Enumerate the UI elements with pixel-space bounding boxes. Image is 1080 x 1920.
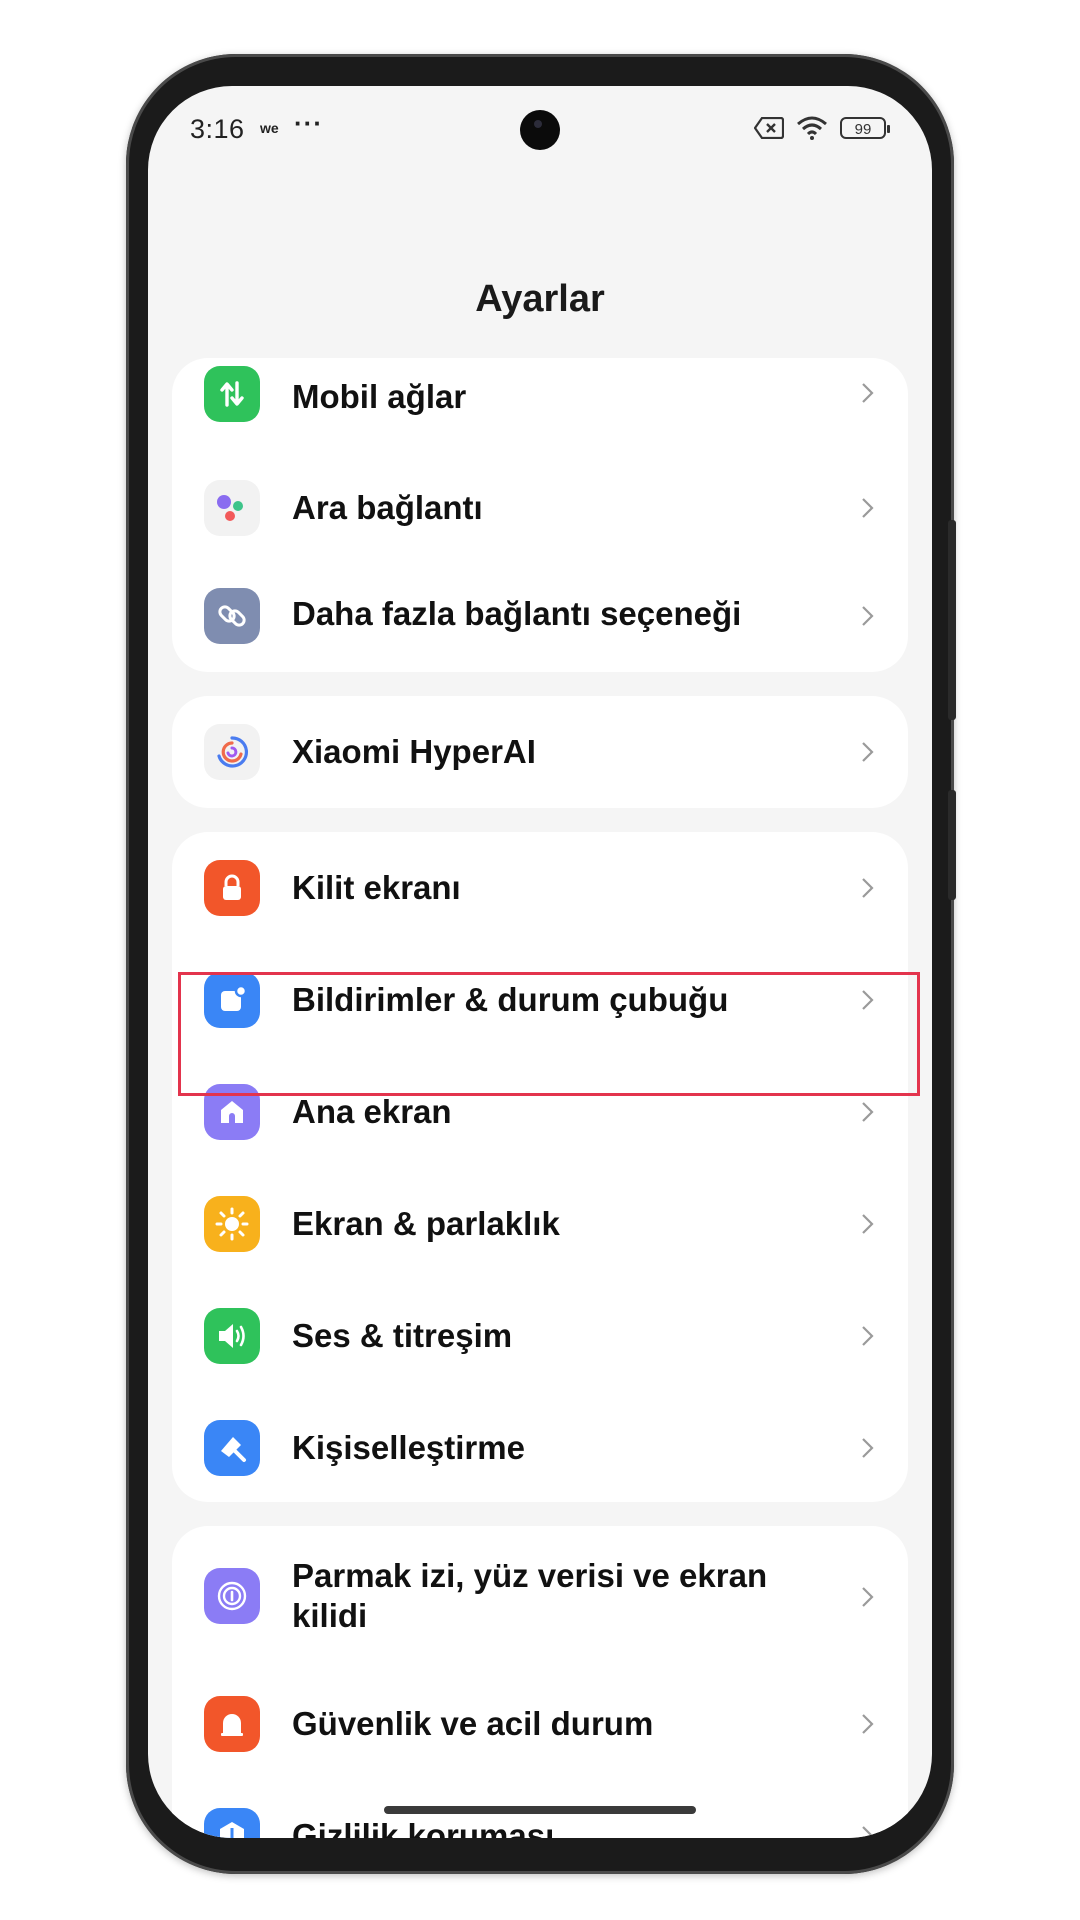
settings-item-home-screen[interactable]: Ana ekran: [172, 1056, 908, 1168]
settings-item-sound-vibration[interactable]: Ses & titreşim: [172, 1280, 908, 1392]
settings-item-personalization[interactable]: Kişiselleştirme: [172, 1392, 908, 1502]
settings-item-more-connections[interactable]: Daha fazla bağlantı seçeneği: [172, 564, 908, 672]
brightness-icon: [204, 1196, 260, 1252]
settings-group-ai: Xiaomi HyperAI: [172, 696, 908, 808]
settings-item-hyperai[interactable]: Xiaomi HyperAI: [172, 696, 908, 808]
sound-icon: [204, 1308, 260, 1364]
settings-item-display-brightness[interactable]: Ekran & parlaklık: [172, 1168, 908, 1280]
power-button: [948, 790, 956, 900]
settings-item-label: Parmak izi, yüz verisi ve ekran kilidi: [292, 1557, 768, 1634]
notification-icon: [204, 972, 260, 1028]
settings-item-label: Daha fazla bağlantı seçeneği: [292, 595, 742, 632]
volume-button: [948, 520, 956, 720]
settings-item-label: Mobil ağlar: [292, 378, 467, 415]
settings-item-lock-screen[interactable]: Kilit ekranı: [172, 832, 908, 944]
settings-group-connectivity: Mobil ağlar Ara bağlantı Daha fazla bağl…: [172, 358, 908, 672]
settings-item-label: Bildirimler & durum çubuğu: [292, 981, 729, 1018]
privacy-icon: [204, 1808, 260, 1838]
settings-item-label: Ekran & parlaklık: [292, 1205, 560, 1242]
settings-item-label: Kilit ekranı: [292, 869, 461, 906]
settings-item-label: Güvenlik ve acil durum: [292, 1705, 654, 1742]
settings-item-fingerprint[interactable]: Parmak izi, yüz verisi ve ekran kilidi: [172, 1526, 908, 1668]
front-camera: [520, 110, 560, 150]
settings-group-security: Parmak izi, yüz verisi ve ekran kilidi G…: [172, 1526, 908, 1838]
wifi-icon: [797, 116, 827, 140]
home-icon: [204, 1084, 260, 1140]
settings-item-notifications[interactable]: Bildirimler & durum çubuğu: [172, 944, 908, 1056]
clock: 3:16: [190, 114, 245, 144]
fingerprint-icon: [204, 1568, 260, 1624]
settings-item-label: Ses & titreşim: [292, 1317, 513, 1354]
chevron-right-icon: [862, 606, 874, 626]
chevron-right-icon: [862, 1102, 874, 1122]
page-title: Ayarlar: [475, 278, 605, 320]
emergency-icon: [204, 1696, 260, 1752]
chevron-right-icon: [862, 1714, 874, 1734]
settings-group-display: Kilit ekranı Bildirimler & durum çubuğu …: [172, 832, 908, 1502]
chevron-right-icon: [862, 878, 874, 898]
settings-item-interconnect[interactable]: Ara bağlantı: [172, 452, 908, 564]
chevron-right-icon: [862, 1326, 874, 1346]
chevron-right-icon: [862, 383, 874, 403]
battery-indicator: 99: [840, 117, 890, 139]
chevron-right-icon: [862, 990, 874, 1010]
chevron-right-icon: [862, 1214, 874, 1234]
settings-item-label: Kişiselleştirme: [292, 1429, 525, 1466]
settings-item-label: Ara bağlantı: [292, 489, 483, 526]
chevron-right-icon: [862, 1826, 874, 1838]
settings-item-label: Gizlilik koruması: [292, 1817, 555, 1838]
chevron-right-icon: [862, 498, 874, 518]
more-notifications-icon: ···: [294, 108, 323, 138]
lock-icon: [204, 860, 260, 916]
no-sim-icon: [754, 117, 784, 139]
settings-item-label: Xiaomi HyperAI: [292, 733, 536, 770]
settings-item-security-emergency[interactable]: Güvenlik ve acil durum: [172, 1668, 908, 1780]
settings-item-mobile-networks[interactable]: Mobil ağlar: [172, 358, 908, 452]
link-icon: [204, 588, 260, 644]
gesture-home-indicator[interactable]: [384, 1806, 696, 1814]
mobile-data-icon: [204, 366, 260, 422]
settings-item-label: Ana ekran: [292, 1093, 452, 1130]
interconnect-icon: [204, 480, 260, 536]
carrier-badge: we: [260, 120, 279, 136]
personalization-icon: [204, 1420, 260, 1476]
screen: 3:16 we ··· 99 Ayarlar Mobil ağlar Ara b…: [148, 86, 932, 1838]
chevron-right-icon: [862, 1587, 874, 1607]
status-bar: 3:16 we ··· 99: [148, 86, 932, 182]
chevron-right-icon: [862, 1438, 874, 1458]
chevron-right-icon: [862, 742, 874, 762]
hyperai-icon: [204, 724, 260, 780]
